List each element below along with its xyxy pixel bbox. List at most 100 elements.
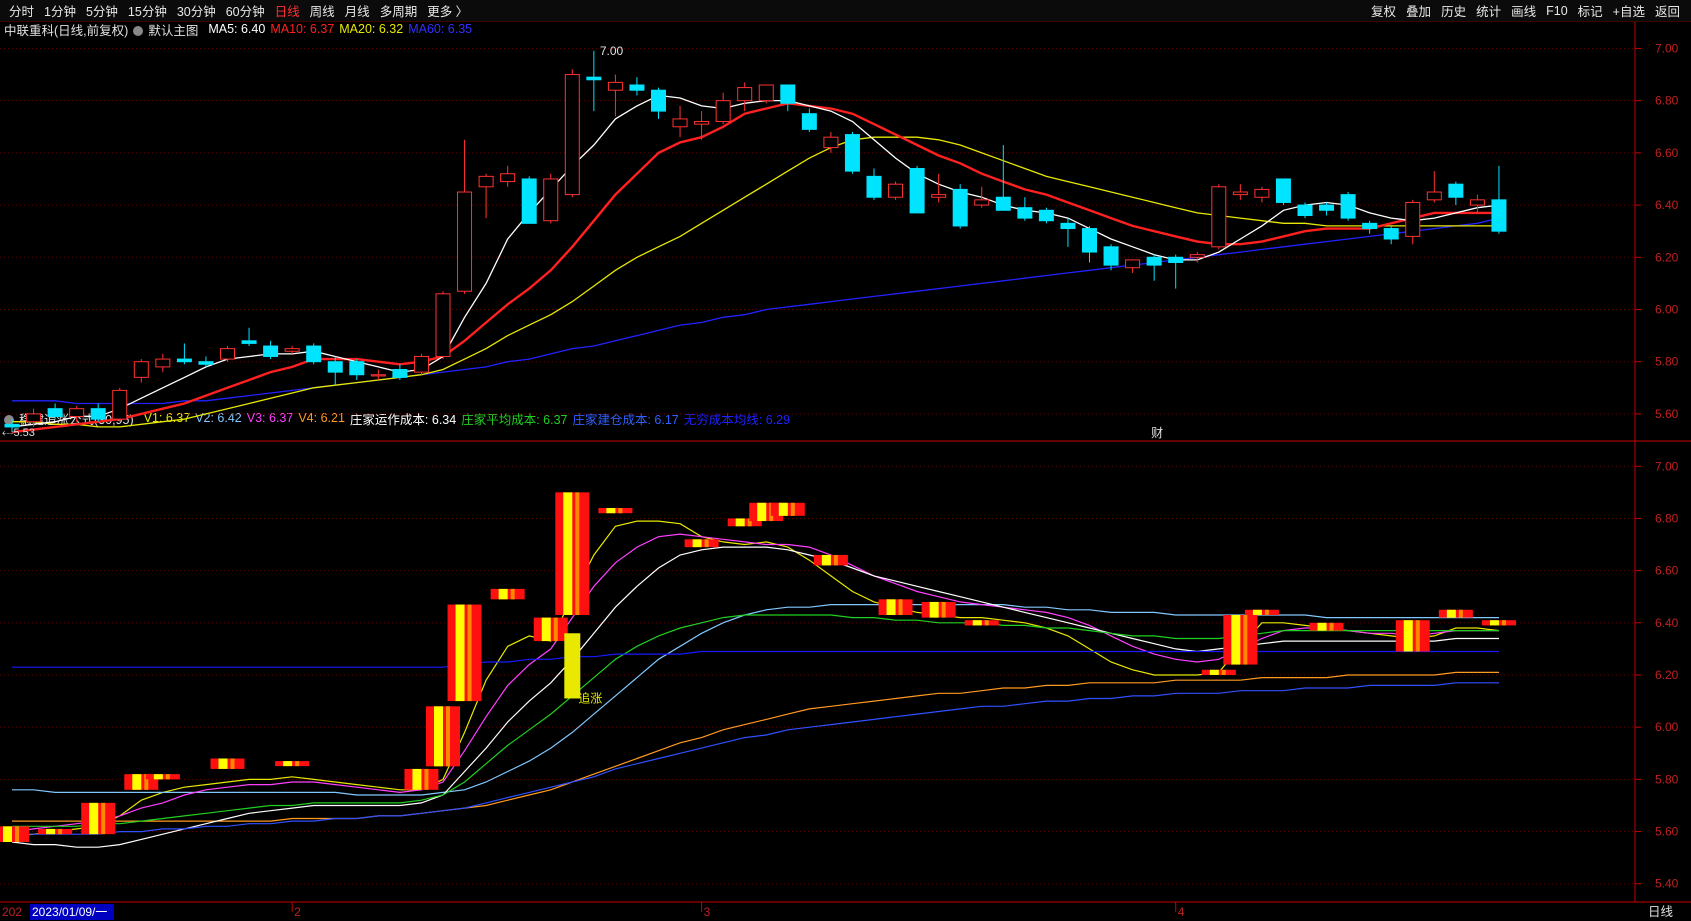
candle-body xyxy=(1038,209,1054,222)
candle xyxy=(1405,199,1421,245)
indicator-box xyxy=(1201,669,1236,675)
candle-body xyxy=(758,84,774,102)
candle-body xyxy=(112,389,128,420)
candle-body xyxy=(737,87,753,102)
candle-body xyxy=(263,345,279,357)
candle xyxy=(1491,165,1507,234)
candle xyxy=(176,343,192,365)
period-label: 日线 xyxy=(1648,905,1674,919)
indicator-tick-label: 6.00 xyxy=(1655,720,1679,734)
candle-body xyxy=(133,361,149,378)
candle-body xyxy=(1189,254,1205,258)
candle-body xyxy=(931,194,947,198)
candle xyxy=(500,165,516,187)
candle-body xyxy=(1405,201,1421,237)
candle-body xyxy=(1340,194,1356,219)
candle-body xyxy=(435,293,451,357)
candle-body xyxy=(1060,222,1076,230)
candle-body xyxy=(651,89,666,112)
box-orange-stripe xyxy=(295,761,300,767)
indicator-box xyxy=(210,758,245,769)
indicator-box xyxy=(813,554,848,566)
candle xyxy=(155,353,171,373)
candle-body xyxy=(974,199,990,206)
box-orange-stripe xyxy=(510,588,515,600)
candle-body xyxy=(349,361,365,376)
indicator-tick-label: 5.60 xyxy=(1655,825,1679,839)
candle-body xyxy=(306,345,322,363)
candle xyxy=(1168,254,1184,289)
candle-body xyxy=(1469,199,1485,206)
chart-canvas[interactable]: 7.00 6.80 6.60 6.40 6.20 6.00 5.80 5.60 7.00 6.80… xyxy=(0,0,1691,921)
high-price-label: 7.00 xyxy=(600,44,624,58)
candle xyxy=(327,356,343,386)
candle xyxy=(220,346,235,362)
indicator-box xyxy=(1244,609,1279,615)
indicator-box xyxy=(490,588,525,600)
box-orange-stripe xyxy=(424,768,429,790)
box-yellow-stripe xyxy=(778,502,788,516)
indicator-box xyxy=(533,617,568,642)
box-orange-stripe xyxy=(165,774,170,780)
box-yellow-stripe xyxy=(972,620,982,626)
candle xyxy=(543,173,559,224)
price-tick-label: 6.80 xyxy=(1655,94,1679,108)
candle xyxy=(844,131,860,174)
ma-line-ma60 xyxy=(12,217,1500,405)
box-red xyxy=(490,588,525,600)
candle-body xyxy=(198,361,214,365)
indicator-tick-label: 6.80 xyxy=(1655,511,1679,525)
price-tick-label: 7.00 xyxy=(1655,41,1679,55)
candle-body xyxy=(478,175,494,188)
box-yellow-stripe xyxy=(886,599,896,615)
candle xyxy=(306,343,322,365)
candle xyxy=(392,364,408,380)
candle xyxy=(241,327,257,347)
price-tick-label: 6.60 xyxy=(1655,146,1679,160)
candle xyxy=(1232,184,1248,200)
box-orange-stripe xyxy=(1221,669,1226,675)
candle-body xyxy=(1254,188,1270,198)
box-yellow-stripe xyxy=(3,826,12,842)
candle-body xyxy=(1319,204,1335,211)
indicator-box xyxy=(770,502,805,516)
candle xyxy=(909,165,925,214)
box-yellow-stripe xyxy=(1209,669,1219,675)
candle-body xyxy=(780,84,796,104)
price-tick-label: 5.80 xyxy=(1655,355,1679,369)
candle xyxy=(888,181,904,200)
candle xyxy=(1362,220,1378,234)
candle-body xyxy=(457,191,473,292)
candle xyxy=(1254,186,1270,203)
indicator-box xyxy=(598,508,633,514)
indicator-box xyxy=(404,768,439,790)
candle-body xyxy=(1103,246,1119,266)
candle-body xyxy=(607,81,623,91)
box-yellow-stripe xyxy=(434,706,443,767)
price-tick-label: 6.20 xyxy=(1655,250,1679,264)
box-orange-stripe xyxy=(1243,614,1248,665)
date-prefix: 202 xyxy=(2,905,22,919)
candle-body xyxy=(629,84,645,91)
candle xyxy=(1426,171,1442,203)
candle xyxy=(1146,254,1162,281)
candle-body xyxy=(521,178,537,224)
candle xyxy=(1189,252,1205,263)
candle-body xyxy=(823,136,839,149)
candle-body xyxy=(413,355,429,373)
indicator-tick-label: 6.20 xyxy=(1655,668,1679,682)
box-yellow-stripe xyxy=(1317,622,1327,631)
box-yellow-stripe xyxy=(735,518,745,527)
candle xyxy=(90,403,106,422)
candle xyxy=(349,359,365,380)
indicator-box xyxy=(1223,614,1258,665)
box-yellow-stripe xyxy=(563,492,573,615)
candle-body xyxy=(392,369,408,378)
box-orange-stripe xyxy=(984,620,989,626)
indicator-box xyxy=(38,828,73,835)
indicator-box xyxy=(1438,609,1473,618)
candle-body xyxy=(543,178,559,222)
candle xyxy=(672,105,688,138)
box-yellow-stripe xyxy=(757,502,767,522)
candle-body xyxy=(69,408,85,418)
